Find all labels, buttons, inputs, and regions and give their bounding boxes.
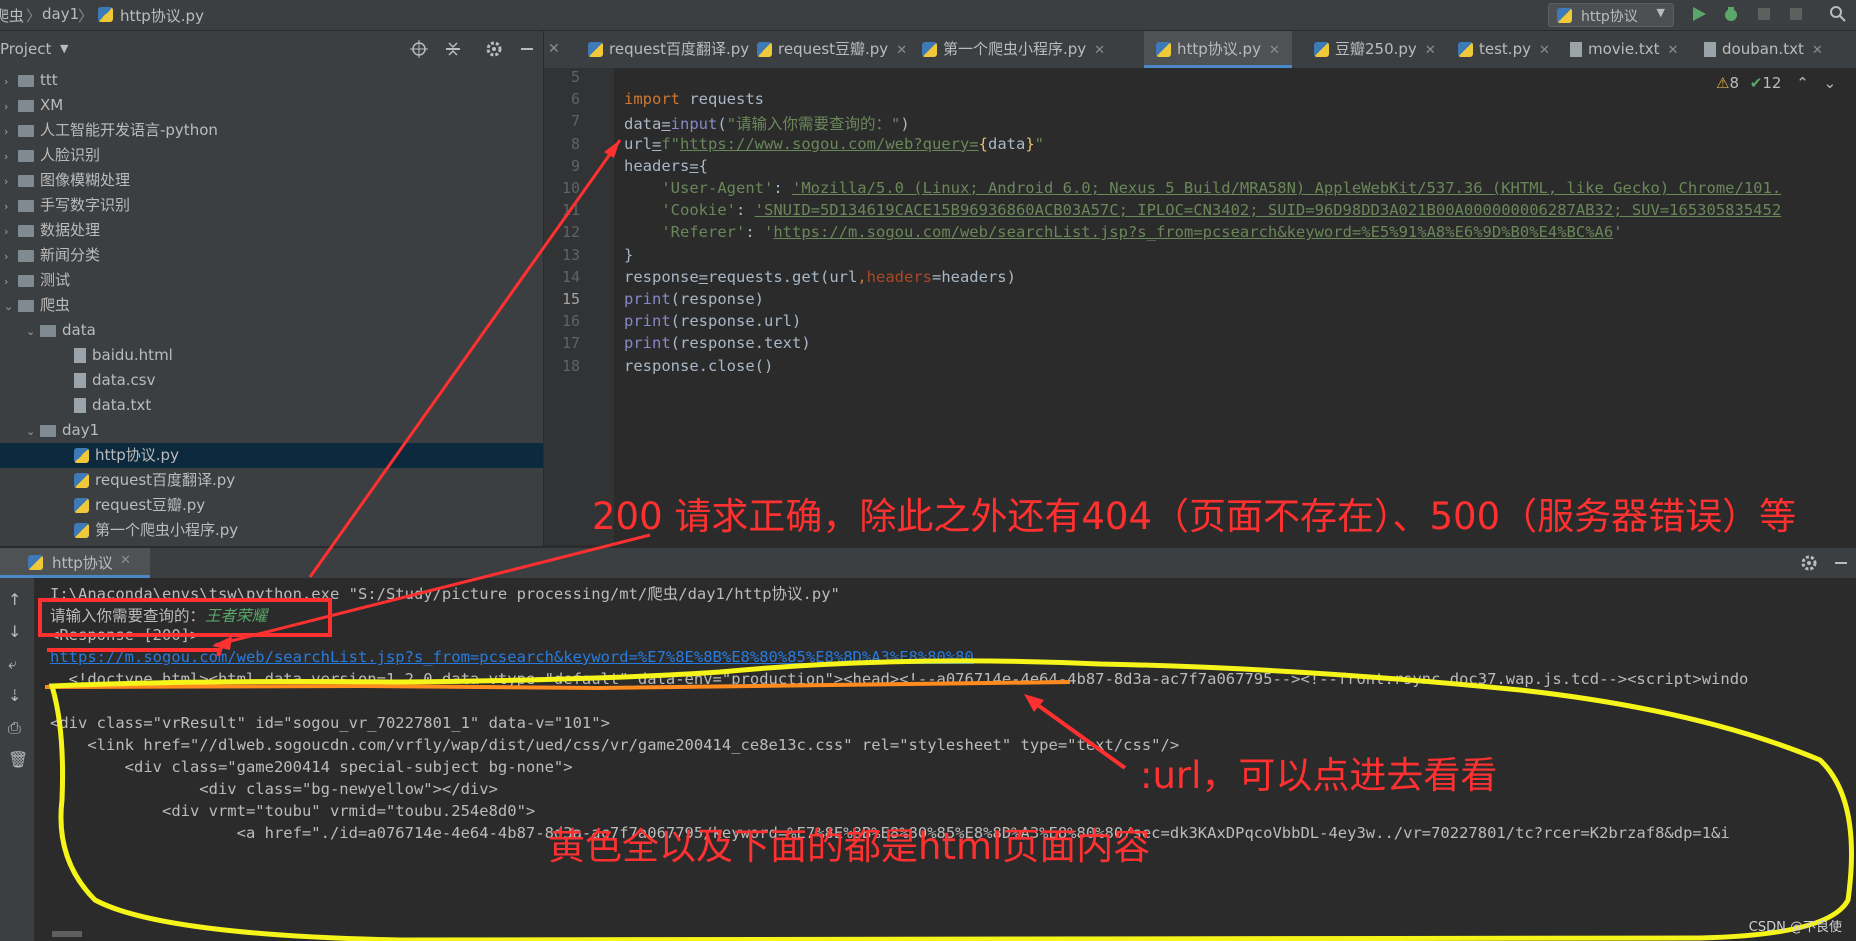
annotation-url-text: :url，可以点进去看看	[1140, 754, 1498, 797]
watermark-text: CSDN @不良使	[1748, 920, 1842, 935]
prompt-highlight-box	[38, 598, 332, 637]
annotation-html-text: 黄色全以及下面的都是html页面内容	[548, 825, 1151, 868]
annotation-status-text: 200 请求正确，除此之外还有404（页面不存在）、500（服务器错误）等	[592, 495, 1797, 538]
response-underline	[47, 648, 223, 657]
html-content-yellow-circle	[48, 658, 1854, 941]
annotation-arrow-to-code	[308, 139, 622, 578]
annotation-overlay	[38, 139, 1854, 941]
annotation-arrow-to-response	[214, 533, 651, 647]
annotation-arrow-to-url	[1026, 696, 1127, 770]
